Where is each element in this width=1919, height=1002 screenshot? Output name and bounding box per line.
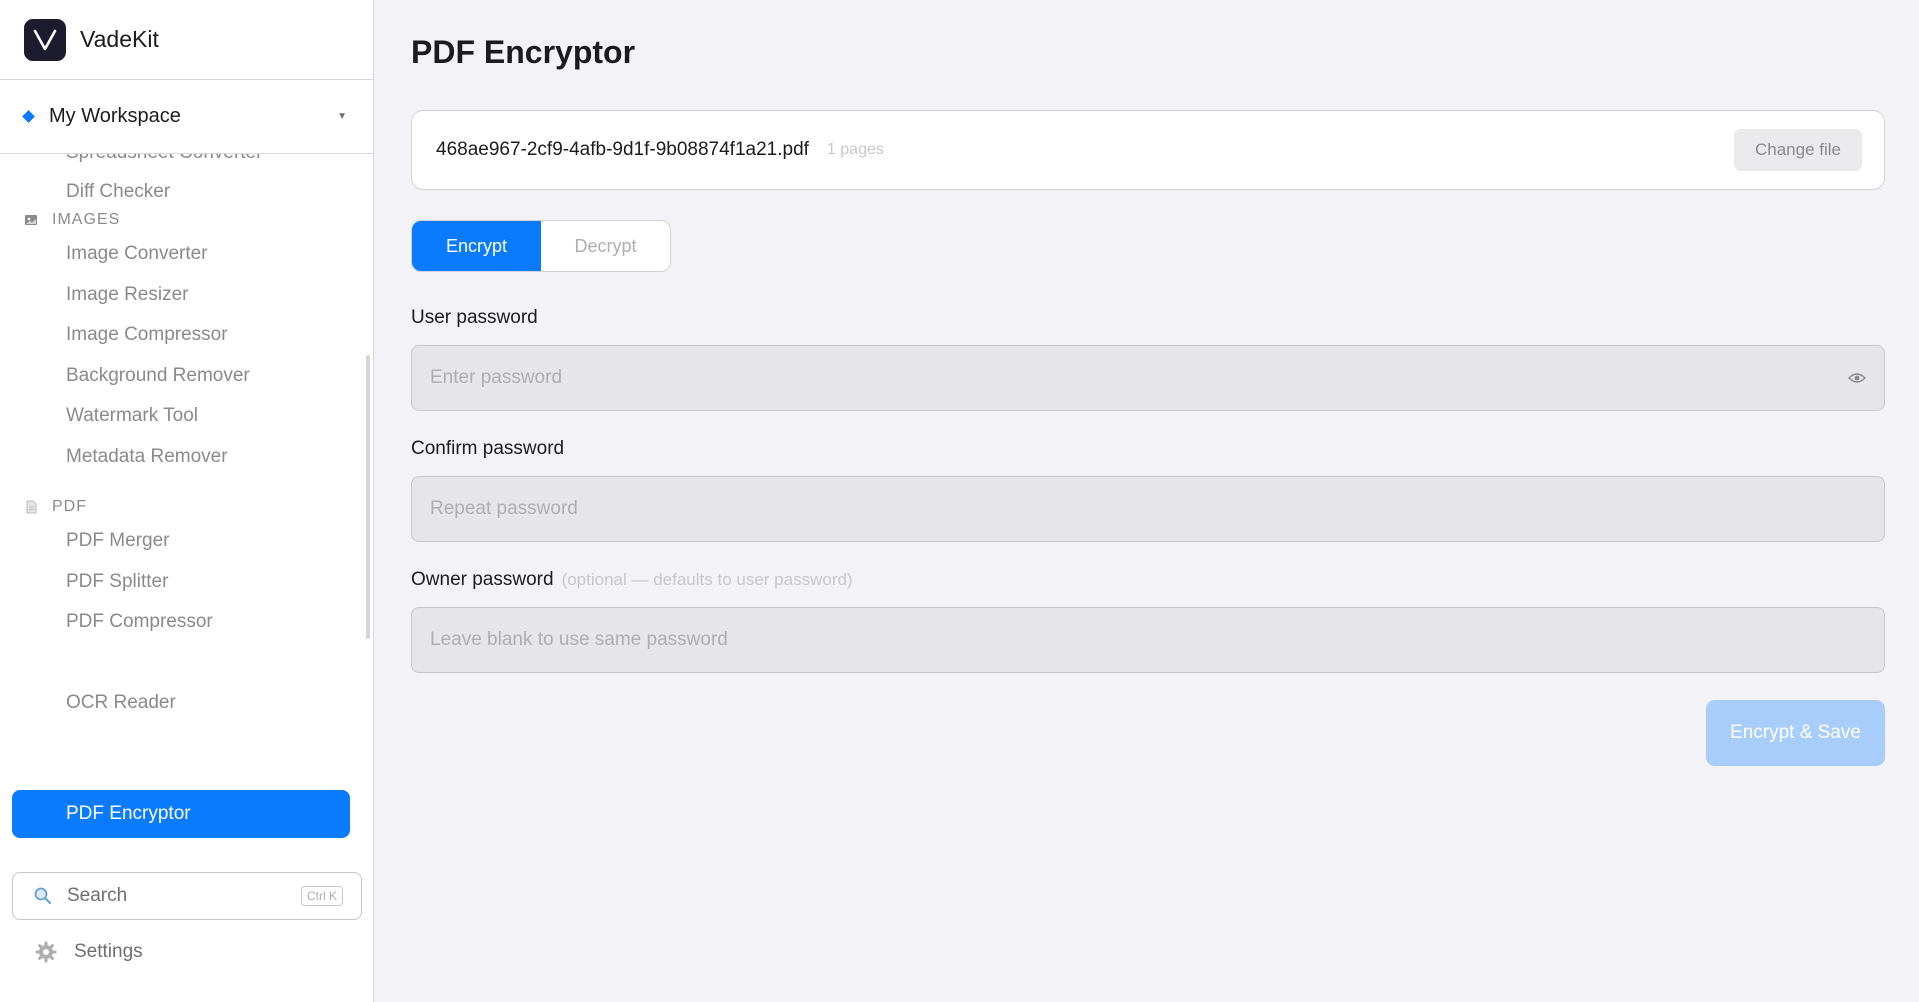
- workspace-selector[interactable]: My Workspace ▼: [0, 80, 373, 154]
- pdf-section-icon: [26, 500, 37, 514]
- decrypt-tab[interactable]: Decrypt: [541, 221, 670, 271]
- confirm-password-label: Confirm password: [411, 438, 565, 459]
- user-password-field[interactable]: Enter password: [411, 345, 1885, 411]
- workspace-diamond-icon: [22, 110, 35, 123]
- sidebar-item-pdf-splitter[interactable]: PDF Splitter: [66, 571, 168, 593]
- sidebar-item-pdf-merger[interactable]: PDF Merger: [66, 530, 169, 552]
- confirm-password-placeholder: Repeat password: [430, 498, 578, 519]
- sidebar-item-ocr-reader[interactable]: OCR Reader: [66, 692, 176, 714]
- owner-password-label-row: Owner password (optional — defaults to us…: [411, 569, 853, 591]
- owner-password-hint: (optional — defaults to user password): [561, 570, 853, 589]
- sidebar-item-pdf-encryptor-label: PDF Encryptor: [66, 803, 191, 824]
- search-icon: [34, 887, 52, 905]
- sidebar-item-pdf-compressor[interactable]: PDF Compressor: [66, 611, 213, 633]
- sidebar-item-diff-checker[interactable]: Diff Checker: [66, 181, 170, 203]
- app-name: VadeKit: [80, 26, 159, 52]
- images-section-icon: [25, 215, 37, 225]
- section-header-pdf-label: PDF: [52, 498, 87, 515]
- brand: VadeKit: [0, 0, 373, 80]
- sidebar-item-pdf-encryptor[interactable]: PDF Encryptor: [12, 790, 350, 838]
- file-page-count: 1 pages: [826, 141, 884, 158]
- encrypt-tab[interactable]: Encrypt: [412, 221, 541, 271]
- app-logo: [24, 18, 66, 61]
- gear-icon: [35, 941, 57, 963]
- settings-button[interactable]: Settings: [34, 940, 143, 964]
- search-label: Search: [67, 885, 128, 906]
- file-name: 468ae967-2cf9-4afb-9d1f-9b08874f1a21.pdf: [436, 139, 809, 160]
- settings-label: Settings: [74, 941, 143, 962]
- mode-toggle: Encrypt Decrypt: [411, 220, 671, 272]
- caret-down-icon: ▼: [337, 111, 347, 122]
- owner-password-label: Owner password: [411, 569, 554, 590]
- sidebar-nav: Spreadsheet Converter Diff Checker IMAGE…: [0, 154, 374, 858]
- sidebar-item-watermark-tool[interactable]: Watermark Tool: [66, 405, 198, 427]
- search-button[interactable]: Search Ctrl K: [12, 872, 362, 920]
- page-title: PDF Encryptor: [411, 34, 636, 70]
- sidebar-item-metadata-remover[interactable]: Metadata Remover: [66, 446, 228, 468]
- sidebar-scrollbar[interactable]: [366, 355, 370, 639]
- section-header-pdf: PDF: [24, 498, 87, 516]
- sidebar: VadeKit My Workspace ▼ Spreadsheet Conve…: [0, 0, 374, 1002]
- owner-password-placeholder: Leave blank to use same password: [430, 629, 728, 650]
- workspace-name: My Workspace: [49, 105, 181, 127]
- section-header-images-label: IMAGES: [52, 211, 121, 228]
- main-content: PDF Encryptor 468ae967-2cf9-4afb-9d1f-9b…: [375, 0, 1919, 1002]
- confirm-password-field[interactable]: Repeat password: [411, 476, 1885, 542]
- sidebar-item-background-remover[interactable]: Background Remover: [66, 365, 250, 387]
- change-file-button[interactable]: Change file: [1734, 129, 1862, 171]
- encrypt-save-button[interactable]: Encrypt & Save: [1706, 700, 1885, 766]
- search-shortcut-badge: Ctrl K: [301, 886, 343, 906]
- user-password-placeholder: Enter password: [430, 367, 563, 388]
- logo-v-icon: [33, 29, 57, 50]
- sidebar-item-image-converter[interactable]: Image Converter: [66, 243, 208, 265]
- user-password-label: User password: [411, 307, 538, 328]
- eye-icon[interactable]: [1848, 372, 1866, 384]
- section-header-images: IMAGES: [24, 211, 120, 229]
- sidebar-item-image-resizer[interactable]: Image Resizer: [66, 284, 189, 306]
- sidebar-item-spreadsheet-converter[interactable]: Spreadsheet Converter: [66, 154, 262, 164]
- file-card: 468ae967-2cf9-4afb-9d1f-9b08874f1a21.pdf…: [411, 110, 1885, 190]
- sidebar-item-image-compressor[interactable]: Image Compressor: [66, 324, 228, 346]
- owner-password-field[interactable]: Leave blank to use same password: [411, 607, 1885, 673]
